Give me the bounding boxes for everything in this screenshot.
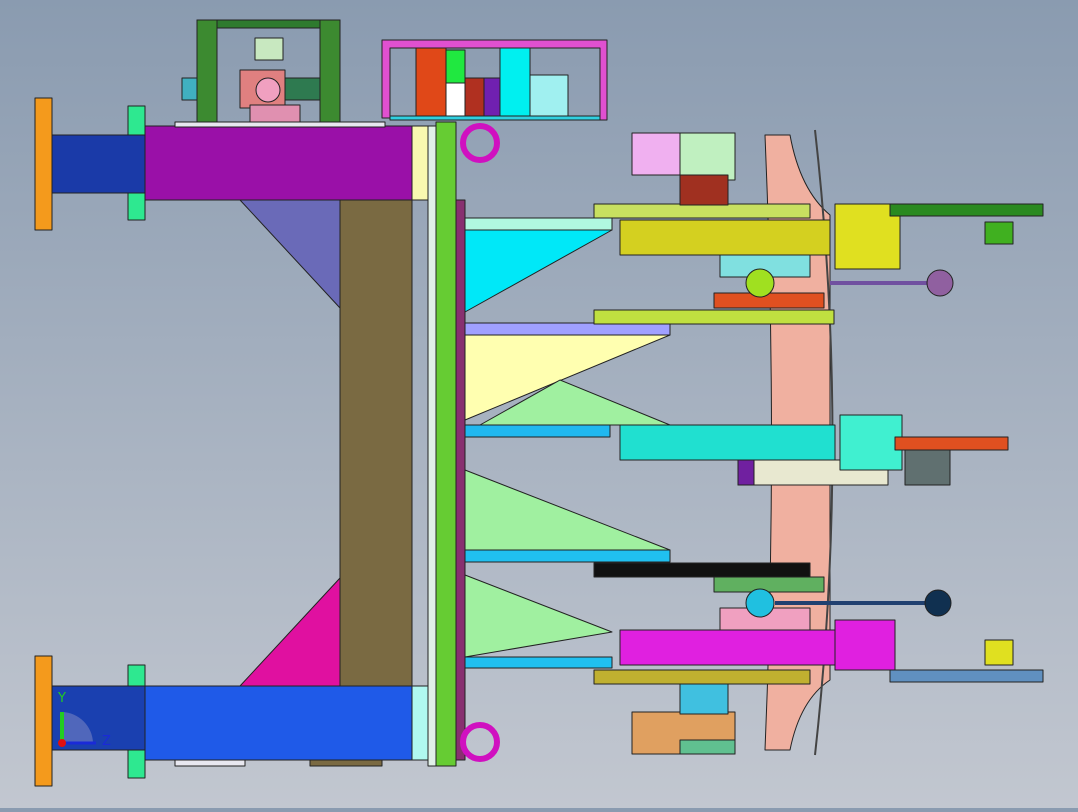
z-axis-label: Z [102, 734, 111, 749]
flange [127, 105, 146, 136]
foot [174, 759, 246, 767]
bar [464, 217, 613, 231]
x-axis-dot [58, 739, 66, 747]
motor-cap [254, 37, 284, 61]
wedge [464, 574, 613, 658]
foot [309, 759, 383, 767]
tray-block [464, 77, 485, 117]
arm-bracket [984, 221, 1014, 245]
tray-block [499, 47, 531, 117]
left-plate-bottom [34, 655, 53, 787]
spacer [411, 685, 429, 761]
flange [127, 749, 146, 779]
tray-block [415, 47, 447, 117]
eye-bolt-bottom [460, 722, 500, 762]
block [713, 292, 825, 309]
bar [464, 424, 611, 438]
motor-frame-left [196, 19, 218, 123]
spacer [411, 125, 429, 201]
handle-knob[interactable] [926, 269, 954, 297]
top-strip [174, 121, 386, 128]
block [679, 174, 729, 206]
handle-knob[interactable] [745, 588, 775, 618]
arm-middle [894, 436, 1009, 451]
y-axis-label: Y [57, 691, 66, 706]
gear-shaft [255, 77, 281, 103]
gusset-bottom [239, 577, 341, 687]
bar [464, 322, 671, 336]
bar [464, 656, 613, 669]
arm-bottom [889, 669, 1044, 683]
motor-frame-right [319, 19, 341, 123]
block [737, 459, 755, 486]
tray-block [529, 74, 569, 117]
spacer-strip [427, 125, 437, 767]
cad-model: Y Z [34, 19, 1044, 787]
plate-edge [455, 199, 466, 761]
clamp-cylinder-middle [619, 424, 836, 461]
clamp-bottom [834, 619, 896, 671]
vertical-column [339, 197, 413, 687]
tray-block [483, 77, 501, 117]
handle-knob[interactable] [745, 268, 775, 298]
flange [127, 192, 146, 221]
block [679, 132, 736, 181]
left-plate-top [34, 97, 53, 231]
block [679, 739, 736, 755]
plate [593, 562, 811, 578]
clamp-cylinder-bottom [619, 629, 836, 666]
gusset-top [239, 199, 341, 309]
wedge [464, 229, 613, 313]
motor-base [249, 104, 301, 123]
handle-knob[interactable] [924, 589, 952, 617]
plate [593, 669, 811, 685]
flange [127, 664, 146, 687]
clamp-cylinder-top [619, 219, 831, 256]
arm-bracket [904, 449, 951, 486]
block [679, 683, 729, 715]
arm-bracket [984, 639, 1014, 666]
plate [593, 203, 811, 219]
tray-block [445, 49, 466, 84]
arm-top [889, 203, 1044, 217]
plate [593, 309, 835, 325]
motor-body [284, 77, 321, 101]
wedge [464, 469, 671, 551]
cad-viewport[interactable]: Y Z [0, 0, 1078, 808]
main-mounting-plate [435, 121, 457, 767]
clamp-middle [839, 414, 903, 471]
eye-bolt-top [460, 123, 500, 163]
coupling [181, 77, 198, 101]
beam-bottom [144, 685, 413, 761]
bar [464, 549, 671, 563]
tray-block [445, 82, 466, 117]
block [713, 576, 825, 593]
tray-base [389, 115, 601, 121]
beam-top [144, 125, 413, 201]
motor-frame-top [196, 19, 341, 29]
